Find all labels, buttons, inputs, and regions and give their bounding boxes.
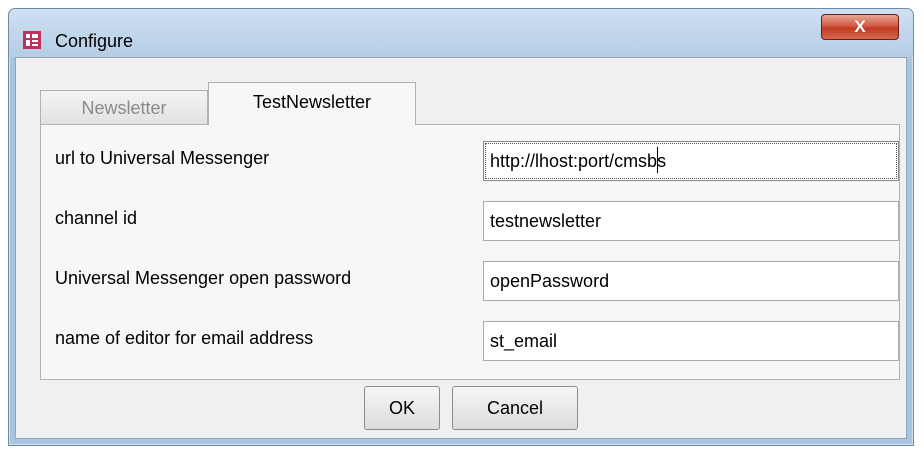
ok-button[interactable]: OK (364, 386, 440, 430)
open-password-input[interactable] (483, 261, 899, 301)
cancel-button[interactable]: Cancel (452, 386, 578, 430)
tab-testnewsletter[interactable]: TestNewsletter (208, 82, 416, 125)
window-title: Configure (55, 31, 134, 51)
setting-row-channel: channel id (41, 197, 899, 241)
configure-dialog: Configure X Newsletter TestNewsletter ur… (8, 8, 914, 446)
channel-id-input[interactable] (483, 201, 899, 241)
url-label: url to Universal Messenger (55, 148, 270, 168)
channel-id-label: channel id (55, 208, 138, 228)
url-input[interactable] (483, 141, 899, 181)
tab-label: Newsletter (81, 98, 167, 118)
email-editor-input[interactable] (483, 321, 899, 361)
close-button[interactable]: X (821, 14, 899, 40)
tab-newsletter[interactable]: Newsletter (40, 90, 208, 124)
setting-row-url: url to Universal Messenger (41, 137, 899, 181)
setting-row-email-editor: name of editor for email address (41, 317, 899, 361)
text-cursor (657, 147, 658, 173)
email-editor-label: name of editor for email address (55, 328, 314, 348)
open-password-label: Universal Messenger open password (55, 268, 352, 288)
tab-label: TestNewsletter (252, 92, 372, 112)
settings-panel: url to Universal Messenger channel id Un… (40, 124, 900, 380)
setting-row-password: Universal Messenger open password (41, 257, 899, 301)
app-icon (23, 31, 41, 49)
close-icon: X (854, 17, 866, 36)
dialog-content: Newsletter TestNewsletter url to Univers… (15, 57, 907, 439)
title-bar[interactable]: Configure X (9, 9, 913, 57)
